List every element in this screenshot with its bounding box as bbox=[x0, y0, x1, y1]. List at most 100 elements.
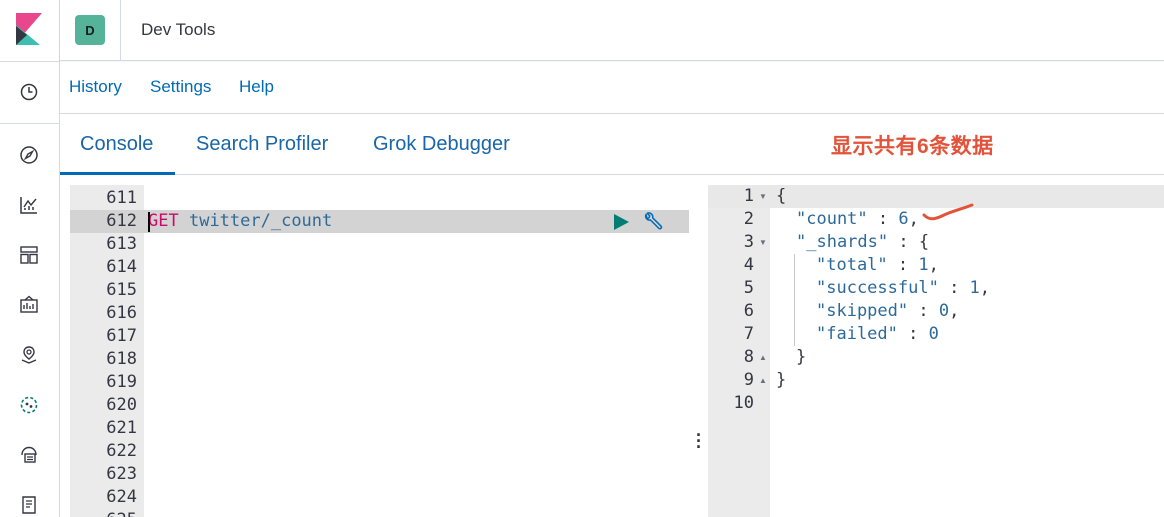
rail-divider bbox=[0, 61, 60, 62]
wrench-icon[interactable] bbox=[642, 211, 664, 233]
ml-nav-button[interactable] bbox=[17, 393, 41, 417]
line-number: 10 bbox=[733, 393, 754, 413]
json-punctuation: : { bbox=[888, 232, 930, 252]
json-punctuation: : bbox=[938, 278, 970, 298]
json-key: "skipped" bbox=[816, 301, 909, 321]
canvas-nav-button[interactable] bbox=[17, 293, 41, 317]
indent-guide bbox=[794, 254, 795, 346]
rail-divider bbox=[0, 123, 60, 124]
fold-open-icon[interactable]: ▼ bbox=[759, 238, 767, 247]
fold-open-icon[interactable]: ▼ bbox=[759, 192, 767, 201]
line-number: 625 bbox=[70, 509, 137, 517]
response-line: "skipped" : 0, bbox=[816, 300, 959, 323]
line-number: 8 bbox=[743, 347, 754, 367]
line-number: 616 bbox=[106, 303, 137, 323]
line-number: 621 bbox=[106, 418, 137, 438]
dashboard-nav-button[interactable] bbox=[17, 243, 41, 267]
space-avatar[interactable]: D bbox=[75, 15, 105, 45]
json-punctuation: : bbox=[867, 209, 899, 229]
page-title: Dev Tools bbox=[141, 20, 216, 39]
response-line: { bbox=[776, 185, 786, 208]
compass-icon bbox=[20, 146, 38, 164]
line-number: 617 bbox=[106, 326, 137, 346]
dashboard-icon bbox=[20, 246, 38, 264]
tab-console[interactable]: Console bbox=[80, 133, 153, 156]
top-menu: History Settings Help bbox=[60, 62, 1164, 114]
console-workspace: 611 612 613 614 615 616 617 618 619 620 621 622 623 6… bbox=[60, 175, 1164, 517]
logs-nav-button[interactable] bbox=[17, 493, 41, 517]
recently-viewed-button[interactable] bbox=[17, 80, 41, 104]
visualize-nav-button[interactable] bbox=[17, 193, 41, 217]
json-value: 1 bbox=[969, 278, 980, 298]
tab-bar: Console Search Profiler Grok Debugger bbox=[60, 114, 1164, 175]
json-punctuation: , bbox=[928, 255, 939, 275]
json-punctuation: , bbox=[979, 278, 991, 298]
line-number: 611 bbox=[106, 188, 137, 208]
line-number: 623 bbox=[106, 464, 137, 484]
fold-close-icon[interactable]: ▲ bbox=[759, 353, 767, 362]
json-punctuation: , bbox=[949, 301, 960, 321]
maps-nav-button[interactable] bbox=[17, 343, 41, 367]
line-number: 4 bbox=[743, 255, 754, 275]
json-key: "total" bbox=[816, 255, 888, 275]
line-number: 2 bbox=[743, 209, 754, 229]
json-punctuation: { bbox=[776, 186, 787, 206]
line-number: 614 bbox=[106, 257, 137, 277]
request-path: twitter/_count bbox=[188, 211, 333, 231]
json-punctuation: } bbox=[776, 370, 787, 390]
json-value: 0 bbox=[938, 301, 950, 321]
canvas-icon bbox=[20, 295, 38, 313]
line-number: 612 bbox=[106, 211, 137, 231]
fold-close-icon[interactable]: ▲ bbox=[759, 376, 767, 385]
text-cursor bbox=[148, 212, 150, 232]
request-editor[interactable] bbox=[144, 185, 689, 517]
response-line: "failed" : 0 bbox=[816, 323, 939, 346]
request-method: GET bbox=[148, 211, 179, 231]
line-number: 620 bbox=[106, 395, 137, 415]
maps-icon bbox=[21, 346, 37, 364]
panel-resizer[interactable]: · · · bbox=[690, 185, 708, 517]
dev-tools-page: D Dev Tools History Settings Help Consol… bbox=[0, 0, 1164, 517]
nav-rail bbox=[0, 0, 60, 517]
line-number: 3 bbox=[743, 232, 754, 252]
infrastructure-icon bbox=[21, 446, 37, 463]
json-punctuation: : bbox=[887, 255, 919, 275]
response-line: "_shards" : { bbox=[796, 231, 929, 254]
discover-nav-button[interactable] bbox=[17, 143, 41, 167]
line-number: 624 bbox=[106, 487, 137, 507]
tab-grok-debugger[interactable]: Grok Debugger bbox=[373, 133, 510, 156]
json-punctuation: : bbox=[897, 324, 929, 344]
line-number: 618 bbox=[106, 349, 137, 369]
json-key: "_shards" bbox=[796, 232, 889, 252]
json-punctuation: : bbox=[908, 301, 939, 321]
infrastructure-nav-button[interactable] bbox=[17, 443, 41, 467]
line-number: 5 bbox=[743, 278, 754, 298]
request-line[interactable]: GET twitter/_count bbox=[148, 210, 332, 233]
line-number: 619 bbox=[106, 372, 137, 392]
line-number: 6 bbox=[743, 301, 754, 321]
response-line: } bbox=[776, 369, 786, 392]
settings-link[interactable]: Settings bbox=[150, 77, 211, 97]
tab-search-profiler[interactable]: Search Profiler bbox=[196, 133, 328, 156]
clock-icon bbox=[20, 83, 38, 101]
json-value: 1 bbox=[918, 255, 929, 275]
json-value: 0 bbox=[928, 324, 939, 344]
line-number: 7 bbox=[743, 324, 754, 344]
header-divider bbox=[120, 0, 121, 61]
drag-handle-icon: · · · bbox=[696, 425, 702, 457]
logs-icon bbox=[22, 496, 36, 514]
history-link[interactable]: History bbox=[69, 77, 122, 97]
help-link[interactable]: Help bbox=[239, 77, 274, 97]
response-line: } bbox=[796, 346, 806, 369]
line-number: 613 bbox=[106, 234, 137, 254]
kibana-logo-icon[interactable] bbox=[16, 13, 42, 45]
line-number: 1 bbox=[743, 186, 754, 206]
line-number: 9 bbox=[743, 370, 754, 390]
play-icon[interactable] bbox=[612, 213, 630, 231]
json-key: "failed" bbox=[816, 324, 898, 344]
response-line: "successful" : 1, bbox=[816, 277, 990, 300]
annotation-mark bbox=[922, 203, 974, 221]
json-value: 6 bbox=[898, 209, 909, 229]
json-key: "successful" bbox=[816, 278, 939, 298]
visualize-icon bbox=[20, 197, 37, 214]
